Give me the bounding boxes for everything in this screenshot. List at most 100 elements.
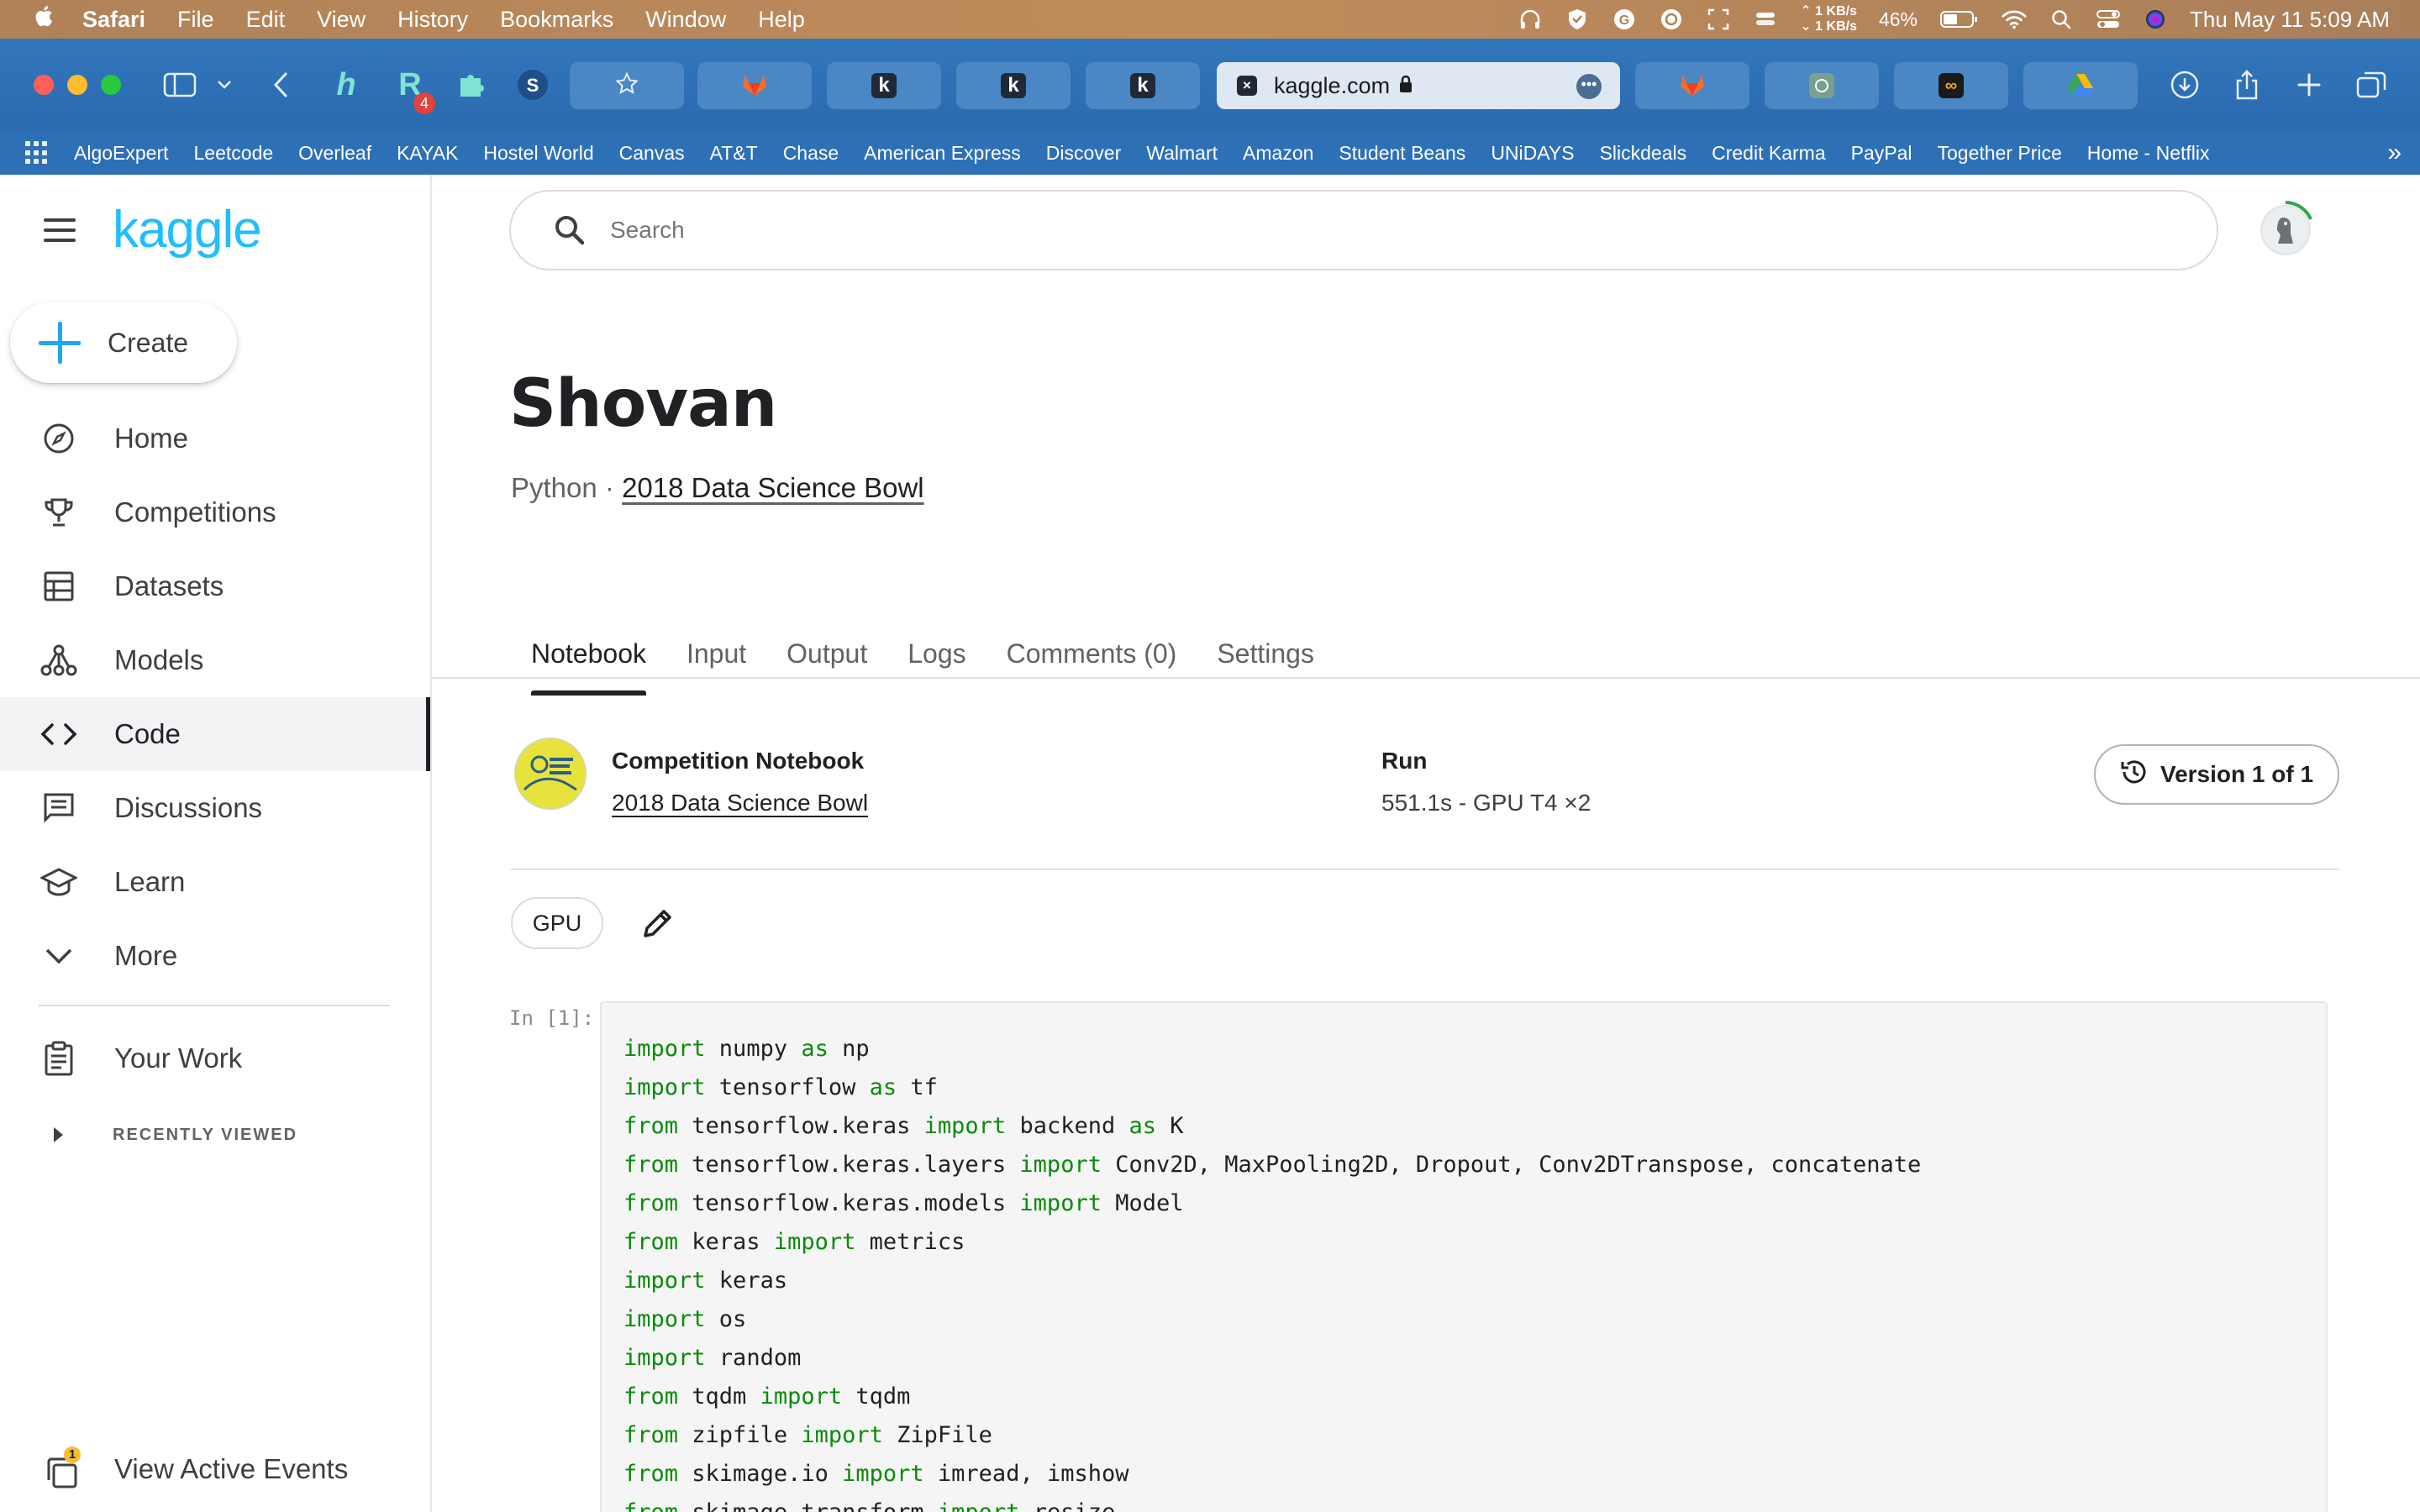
bookmark-kayak[interactable]: KAYAK <box>397 142 458 165</box>
wifi-icon[interactable] <box>2002 7 2027 32</box>
search-bar[interactable] <box>509 190 2218 270</box>
menu-view[interactable]: View <box>317 7 366 33</box>
competition-thumbnail[interactable] <box>514 738 587 810</box>
recently-viewed-toggle[interactable]: RECENTLY VIEWED <box>0 1105 430 1164</box>
battery-icon[interactable] <box>1939 7 1980 32</box>
sidebar-item-competitions[interactable]: Competitions <box>0 475 430 549</box>
competition-notebook-label: Competition Notebook <box>612 748 865 774</box>
window-zoom-button[interactable] <box>101 75 121 95</box>
bookmark-discover[interactable]: Discover <box>1046 142 1121 165</box>
tab-gitlab-1[interactable] <box>697 62 812 109</box>
chevron-down-icon[interactable] <box>213 64 235 106</box>
create-button[interactable]: Create <box>10 302 237 383</box>
extension-s-icon[interactable]: S <box>514 64 551 106</box>
menu-history[interactable]: History <box>397 7 468 33</box>
tab-google-drive[interactable] <box>2023 62 2138 109</box>
address-bar[interactable]: × kaggle.com ••• <box>1217 62 1620 109</box>
grid-icon[interactable] <box>25 141 49 165</box>
more-options-icon[interactable]: ••• <box>1576 74 1602 99</box>
extension-puzzle-icon[interactable] <box>452 64 489 106</box>
code-line: import keras <box>623 1262 1921 1300</box>
bookmark-paypal[interactable]: PayPal <box>1851 142 1912 165</box>
bookmark-slickdeals[interactable]: Slickdeals <box>1600 142 1687 165</box>
bookmark-leetcode[interactable]: Leetcode <box>194 142 274 165</box>
siri-icon[interactable] <box>2143 7 2168 32</box>
tab-close-icon[interactable]: × <box>1237 76 1257 96</box>
bookmark-algoexpert[interactable]: AlgoExpert <box>74 142 169 165</box>
headphones-icon[interactable] <box>1518 7 1543 32</box>
code-text: tensorflow.keras <box>678 1113 924 1139</box>
bookmark-credit-karma[interactable]: Credit Karma <box>1712 142 1825 165</box>
code-text: imread, imshow <box>923 1461 1129 1487</box>
code-text: keras <box>705 1268 788 1294</box>
hamburger-menu-icon[interactable] <box>44 218 76 242</box>
view-active-events[interactable]: 1 View Active Events <box>0 1435 430 1509</box>
tab-gitlab-2[interactable] <box>1635 62 1749 109</box>
stack-icon[interactable] <box>1753 7 1778 32</box>
share-icon[interactable] <box>2228 64 2265 106</box>
apple-menu-icon[interactable] <box>32 3 57 35</box>
back-icon[interactable] <box>267 64 294 106</box>
code-text: Conv2D, MaxPooling2D, Dropout, Conv2DTra… <box>1101 1152 1922 1178</box>
menu-help[interactable]: Help <box>758 7 805 33</box>
tab-overview-icon[interactable] <box>2353 64 2390 106</box>
shield-icon[interactable] <box>1565 7 1590 32</box>
code-keyword: import <box>1019 1152 1102 1178</box>
bookmark-unidays[interactable]: UNiDAYS <box>1491 142 1574 165</box>
sidebar-item-discussions[interactable]: Discussions <box>0 771 430 845</box>
bookmark-american-express[interactable]: American Express <box>864 142 1021 165</box>
bookmark-hostel-world[interactable]: Hostel World <box>483 142 593 165</box>
extension-h-icon[interactable]: h <box>328 64 365 106</box>
menu-file[interactable]: File <box>177 7 214 33</box>
edit-pencil-icon[interactable] <box>639 906 676 942</box>
tab-kaggle-3[interactable]: k <box>1086 62 1200 109</box>
accelerator-chip[interactable]: GPU <box>511 897 603 949</box>
sidebar-item-your-work[interactable]: Your Work <box>0 1021 430 1095</box>
sidebar-item-label: Your Work <box>114 1042 243 1074</box>
menu-app-name[interactable]: Safari <box>82 7 145 33</box>
tab-kaggle-2[interactable]: k <box>956 62 1071 109</box>
sidebar-item-code[interactable]: Code <box>0 697 430 771</box>
create-label: Create <box>108 327 189 358</box>
window-minimize-button[interactable] <box>67 75 87 95</box>
spotlight-search-icon[interactable] <box>2049 7 2074 32</box>
competition-link[interactable]: 2018 Data Science Bowl <box>622 472 924 504</box>
menu-window[interactable]: Window <box>645 7 726 33</box>
bookmark-walmart[interactable]: Walmart <box>1146 142 1218 165</box>
tab-coursera[interactable]: ∞ <box>1894 62 2008 109</box>
bookmark-netflix[interactable]: Home - Netflix <box>2087 142 2210 165</box>
sidebar-item-more[interactable]: More <box>0 919 430 993</box>
downloads-icon[interactable] <box>2166 64 2203 106</box>
sidebar-item-models[interactable]: Models <box>0 623 430 697</box>
code-keyword: from <box>623 1152 679 1178</box>
sidebar-toggle-icon[interactable] <box>161 64 198 106</box>
sidebar-item-home[interactable]: Home <box>0 402 430 475</box>
search-input[interactable] <box>610 217 2123 244</box>
more-bookmarks-icon[interactable]: » <box>2387 139 2402 167</box>
bookmark-att[interactable]: AT&T <box>710 142 758 165</box>
chatgpt-icon[interactable] <box>1659 7 1684 32</box>
bookmark-chase[interactable]: Chase <box>783 142 839 165</box>
control-center-icon[interactable] <box>2096 7 2121 32</box>
tab-kaggle-1[interactable]: k <box>827 62 941 109</box>
tab-bookmarks[interactable] <box>570 62 684 109</box>
sidebar-item-learn[interactable]: Learn <box>0 845 430 919</box>
window-close-button[interactable] <box>34 75 54 95</box>
sidebar-item-datasets[interactable]: Datasets <box>0 549 430 623</box>
version-button[interactable]: Version 1 of 1 <box>2094 744 2339 805</box>
bookmark-student-beans[interactable]: Student Beans <box>1339 142 1465 165</box>
fullscreen-icon[interactable] <box>1706 7 1731 32</box>
new-tab-icon[interactable] <box>2291 64 2328 106</box>
bookmark-canvas[interactable]: Canvas <box>619 142 685 165</box>
bookmark-together-price[interactable]: Together Price <box>1937 142 2061 165</box>
grammarly-icon[interactable]: G <box>1612 7 1637 32</box>
bookmark-amazon[interactable]: Amazon <box>1243 142 1313 165</box>
code-line: from skimage.io import imread, imshow <box>623 1455 1921 1494</box>
bookmark-overleaf[interactable]: Overleaf <box>298 142 371 165</box>
menubar-clock[interactable]: Thu May 11 5:09 AM <box>2190 7 2390 33</box>
kaggle-logo[interactable]: kaggle <box>113 200 262 260</box>
menu-bookmarks[interactable]: Bookmarks <box>500 7 613 33</box>
competition-notebook-link[interactable]: 2018 Data Science Bowl <box>612 790 868 816</box>
menu-edit[interactable]: Edit <box>246 7 286 33</box>
tab-chatgpt[interactable] <box>1765 62 1879 109</box>
